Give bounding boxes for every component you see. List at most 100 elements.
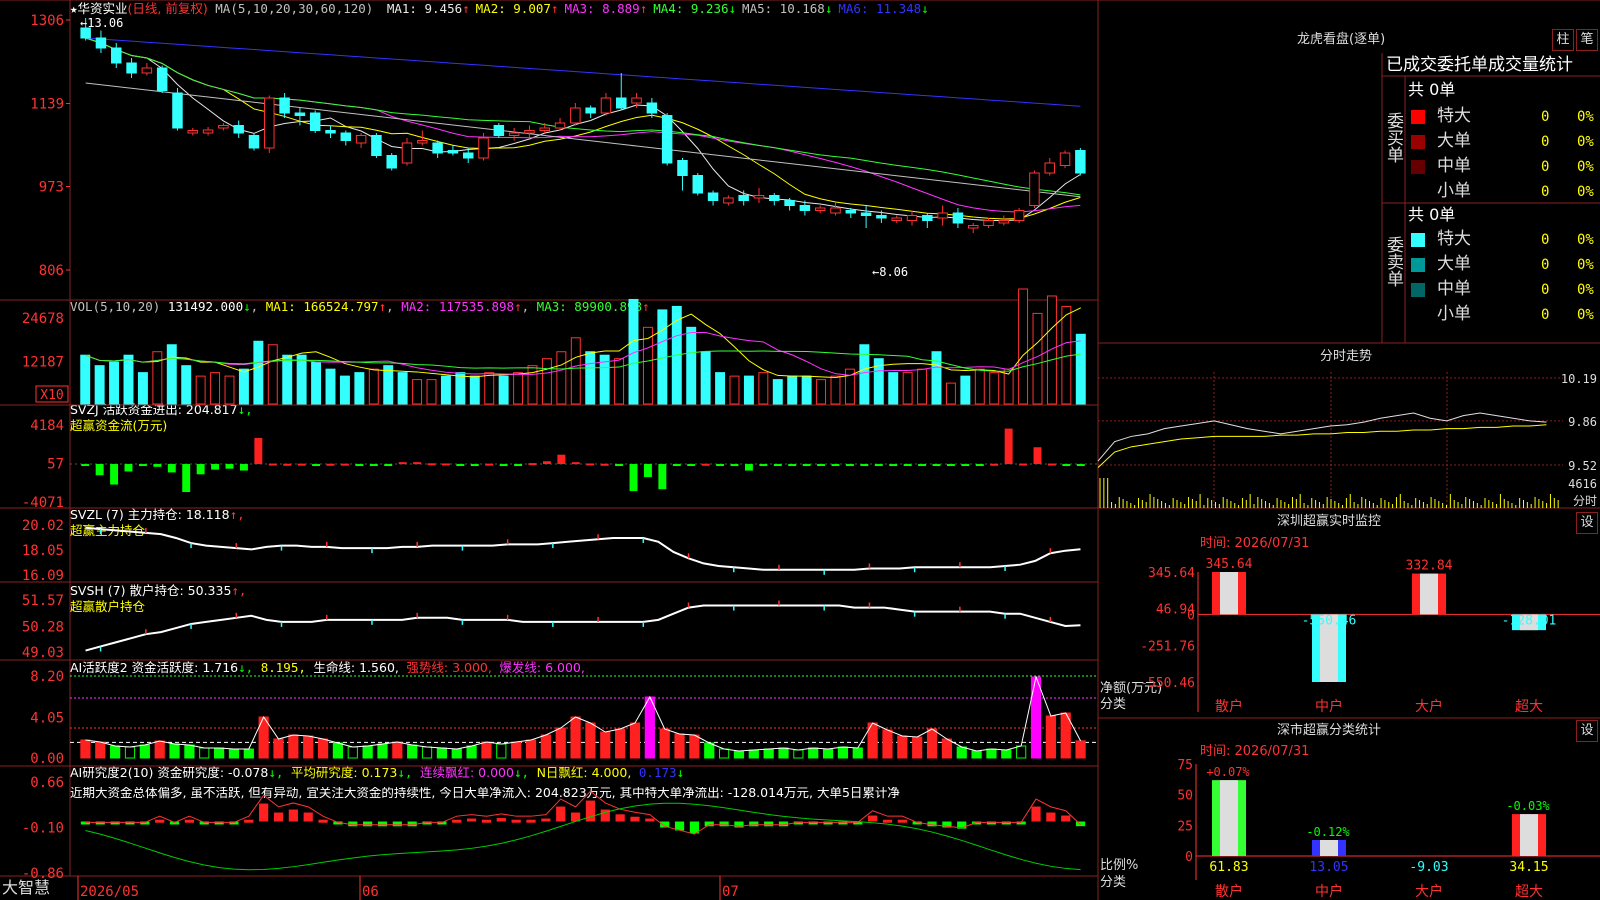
- vol-bar: [945, 382, 956, 405]
- ai2-bar: [749, 821, 759, 827]
- ai2-bar: [734, 821, 744, 828]
- svzj-bar: [340, 463, 349, 466]
- ai1-bar: [525, 739, 537, 759]
- ai2-bar: [466, 818, 477, 822]
- ma-value-3: MA3: 8.889: [564, 1, 640, 16]
- svzj-bar: [716, 464, 725, 467]
- vol-bar: [181, 365, 192, 405]
- candle: [141, 67, 153, 74]
- classify-value: 13.05: [1309, 860, 1348, 875]
- ai2-bar: [1001, 821, 1011, 825]
- dragon-title: 龙虎看盘(逐单): [1297, 32, 1386, 47]
- candle: [600, 97, 612, 114]
- svsh-axis-label: 51.57: [22, 593, 64, 609]
- candle: [264, 97, 275, 149]
- vol-bar: [642, 326, 653, 405]
- ma-line-60: [85, 82, 1081, 198]
- vol-bar: [267, 344, 278, 405]
- svzj-bar: [831, 464, 840, 467]
- ai1-bar: [689, 734, 700, 759]
- ai1-bar: [436, 747, 448, 759]
- ai2-bar: [392, 821, 402, 827]
- classify-value: 61.83: [1209, 860, 1248, 875]
- svzl-line: [85, 526, 1081, 571]
- ai2-bar: [868, 815, 878, 822]
- monitor-bar-value: 345.64: [1206, 557, 1253, 572]
- vol-axis-label: 24678: [22, 311, 64, 327]
- ai1-bar: [659, 728, 670, 759]
- ai1-bar: [95, 741, 106, 759]
- ai1-bar: [184, 744, 195, 759]
- vol-bar: [137, 372, 148, 405]
- favorite-star-icon[interactable]: ★: [70, 1, 78, 16]
- svzj-bar: [528, 463, 537, 466]
- stock-name: 华资实业: [77, 1, 128, 16]
- ai1-bar: [748, 749, 759, 759]
- vol-bar: [354, 372, 365, 405]
- classify-bar: [1212, 780, 1246, 856]
- classify-settings-button[interactable]: 设: [1576, 720, 1598, 742]
- sell-count-1: 0: [1541, 257, 1550, 273]
- svzj-bar: [1047, 463, 1056, 466]
- candle: [692, 175, 704, 194]
- buy-count-1: 0: [1541, 134, 1550, 150]
- ai2-bar: [912, 821, 922, 825]
- candle: [432, 142, 443, 154]
- classify-time: 时间: 2026/07/31: [1200, 744, 1310, 759]
- ai1-bar: [288, 734, 299, 759]
- ai1-bar: [971, 750, 982, 759]
- x-axis-label: 2026/05: [80, 884, 139, 900]
- candle: [860, 212, 872, 216]
- ai1-bar: [228, 748, 240, 759]
- ai2-bar: [957, 821, 967, 829]
- classify-bar: [1312, 839, 1346, 856]
- ai1-bar: [332, 742, 344, 759]
- svzj-bar: [961, 464, 970, 467]
- candle: [570, 107, 581, 124]
- candle: [111, 47, 122, 64]
- ai2-bar: [808, 821, 818, 825]
- vol-bar: [238, 368, 249, 405]
- ma-line-10: [85, 37, 1081, 220]
- vol-bar: [527, 365, 538, 405]
- ai1-bar: [793, 749, 804, 759]
- column-mode-button[interactable]: 柱: [1552, 29, 1574, 51]
- sell-pct-1: 0%: [1577, 257, 1594, 273]
- svzj-bar: [600, 463, 609, 466]
- ai2-comment: 近期大资金总体偏多, 虽不活跃, 但有异动, 宜关注大资金的持续性, 今日大单净…: [70, 787, 900, 800]
- buy-name-1: 大单: [1437, 131, 1471, 151]
- vol-bar: [397, 372, 408, 405]
- ai2-bar: [778, 821, 789, 827]
- candle: [845, 210, 857, 214]
- ai2-bar: [882, 819, 893, 823]
- intraday-title[interactable]: 分时走势: [1320, 350, 1372, 363]
- candle: [1029, 172, 1040, 206]
- sell-pct-0: 0%: [1577, 232, 1594, 248]
- svzj-bar: [542, 461, 551, 465]
- svzj-axis-label: 57: [47, 456, 64, 472]
- ai1-bar: [1016, 745, 1027, 759]
- buy-count-0: 0: [1541, 109, 1550, 125]
- monitor-settings-button[interactable]: 设: [1576, 512, 1598, 534]
- vol-bar: [888, 372, 899, 405]
- ai2-axis-label: -0.10: [22, 821, 64, 837]
- candle: [508, 132, 520, 136]
- ai1-bar: [392, 741, 403, 759]
- ma-value-4: MA4: 9.236: [653, 1, 729, 16]
- monitor-category: 散户: [1215, 698, 1243, 715]
- candle: [661, 115, 673, 164]
- svzj-bar: [268, 463, 277, 466]
- svsh-axis-label: 49.03: [22, 645, 64, 661]
- vol-bar: [844, 368, 855, 405]
- candle: [447, 150, 459, 154]
- svzj-bar: [427, 463, 436, 466]
- candle: [585, 107, 596, 114]
- classify-change: -0.03%: [1506, 799, 1550, 813]
- svzj-bar: [1004, 428, 1013, 465]
- ai2-bar: [630, 816, 640, 822]
- monitor-bar-value: -128.01: [1502, 613, 1557, 628]
- svzj-bar: [788, 464, 797, 467]
- tick-mode-button[interactable]: 笔: [1576, 29, 1598, 51]
- ai2-bar: [570, 812, 581, 822]
- ai2-bar: [110, 821, 120, 825]
